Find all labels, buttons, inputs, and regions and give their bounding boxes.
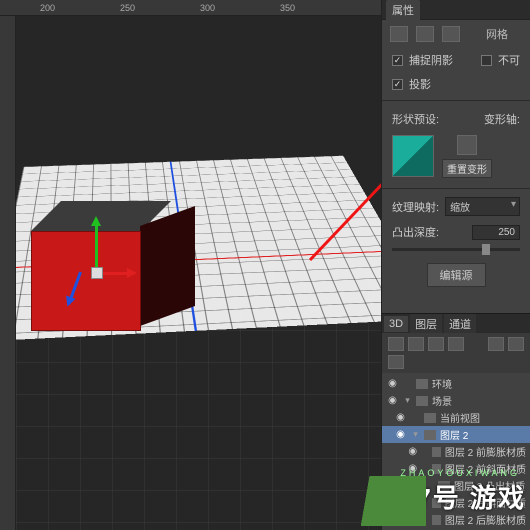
3d-scene-tree[interactable]: ◉ 环境 ◉ ▾ 场景 ◉ 当前视图 ◉ ▾ 图层 2 ◉ 图层 2 前膨胀材质 ◉ 图层 2 … — [382, 373, 530, 530]
cap-icon[interactable] — [442, 26, 460, 42]
input-extrude-depth[interactable]: 250 — [472, 225, 520, 240]
shape-preset-thumbnail[interactable] — [392, 135, 434, 177]
reset-deform-button[interactable]: 重置变形 — [442, 159, 492, 178]
dropdown-texture-mapping[interactable]: 缩放 — [445, 197, 520, 216]
checkbox-capture-shadow[interactable] — [392, 55, 403, 66]
label-cast-shadow: 投影 — [409, 76, 431, 92]
3d-panel-toolbar — [382, 333, 530, 373]
visibility-toggle[interactable]: ◉ — [408, 514, 418, 525]
tree-mat-back[interactable]: 图层 2 后膨胀材质 — [445, 512, 526, 527]
camera-icon — [424, 413, 436, 423]
filter-scene-icon[interactable] — [388, 337, 404, 351]
ruler-tick: 350 — [280, 3, 295, 13]
visibility-toggle[interactable]: ◉ — [408, 480, 421, 491]
deform-axis-icon[interactable] — [457, 135, 477, 155]
slider-extrude-depth[interactable] — [392, 248, 520, 251]
visibility-toggle[interactable]: ◉ — [408, 497, 418, 508]
panel-tabs-top: 属性 — [382, 0, 530, 20]
tree-mat-bevel2[interactable]: 图层 2 后斜面材质 — [445, 495, 526, 510]
ruler-vertical — [0, 16, 16, 530]
tab-layers[interactable]: 图层 — [410, 314, 442, 334]
mesh-icon[interactable] — [390, 26, 408, 42]
tree-mat-extrude[interactable]: 图层 2 凸出材质 — [454, 478, 525, 493]
view-icon[interactable] — [488, 337, 504, 351]
tree-mat-bevel1[interactable]: 图层 2 前斜面材质 — [445, 461, 526, 476]
checkbox-invisible[interactable] — [481, 55, 492, 66]
scene-icon — [416, 396, 428, 406]
deform-icon[interactable] — [416, 26, 434, 42]
checkbox-cast-shadow[interactable] — [392, 79, 403, 90]
visibility-toggle[interactable]: ◉ — [394, 429, 407, 440]
properties-panel: 属性 网格 捕捉阴影 不可 投影 形状预设: 变形轴: 重置变形 纹理映射: 缩… — [381, 0, 530, 530]
label-extrude-depth: 凸出深度: — [392, 224, 439, 240]
3d-cube-object[interactable] — [31, 191, 196, 341]
mesh-type-icons: 网格 — [382, 20, 530, 48]
filter-light-icon[interactable] — [448, 337, 464, 351]
label-invisible: 不可 — [498, 52, 520, 68]
light-icon[interactable] — [508, 337, 524, 351]
ruler-tick: 300 — [200, 3, 215, 13]
label-capture-shadow: 捕捉阴影 — [409, 52, 453, 68]
panel-tabs-bottom: 3D 图层 通道 — [382, 313, 530, 333]
tree-environment[interactable]: 环境 — [432, 376, 452, 391]
disclosure-icon[interactable]: ▾ — [403, 395, 412, 406]
material-icon — [432, 464, 441, 474]
tree-layer2[interactable]: 图层 2 — [440, 427, 468, 442]
edit-source-button[interactable]: 编辑源 — [427, 263, 486, 287]
camera-icon[interactable] — [388, 355, 404, 369]
mesh-icon — [424, 430, 436, 440]
visibility-toggle[interactable]: ◉ — [408, 463, 418, 474]
label-texture-mapping: 纹理映射: — [392, 199, 439, 215]
transform-gizmo[interactable] — [71, 219, 121, 309]
tab-properties[interactable]: 属性 — [386, 0, 420, 20]
tree-scene[interactable]: 场景 — [432, 393, 452, 408]
visibility-toggle[interactable]: ◉ — [408, 446, 418, 457]
visibility-toggle[interactable]: ◉ — [386, 378, 399, 389]
label-shape-preset: 形状预设: — [392, 111, 439, 127]
mesh-label: 网格 — [486, 26, 508, 42]
environment-icon — [416, 379, 428, 389]
filter-mesh-icon[interactable] — [408, 337, 424, 351]
tab-3d[interactable]: 3D — [384, 316, 408, 332]
ruler-tick: 200 — [40, 3, 55, 13]
filter-material-icon[interactable] — [428, 337, 444, 351]
gizmo-axis-y[interactable] — [95, 219, 98, 274]
material-icon — [432, 515, 441, 525]
visibility-toggle[interactable]: ◉ — [394, 412, 407, 423]
3d-viewport[interactable] — [16, 16, 381, 530]
tree-current-view[interactable]: 当前视图 — [440, 410, 480, 425]
tree-mat-front[interactable]: 图层 2 前膨胀材质 — [445, 444, 526, 459]
slider-thumb[interactable] — [482, 244, 490, 255]
material-icon — [438, 481, 450, 491]
material-icon — [432, 447, 441, 457]
visibility-toggle[interactable]: ◉ — [386, 395, 399, 406]
disclosure-icon[interactable]: ▾ — [411, 429, 420, 440]
ruler-tick: 250 — [120, 3, 135, 13]
label-transform-axis: 变形轴: — [484, 111, 520, 127]
ruler-horizontal: 200 250 300 350 — [0, 0, 381, 16]
cube-face-side — [140, 206, 195, 326]
tab-channels[interactable]: 通道 — [444, 314, 476, 334]
material-icon — [432, 498, 441, 508]
gizmo-center[interactable] — [91, 267, 103, 279]
